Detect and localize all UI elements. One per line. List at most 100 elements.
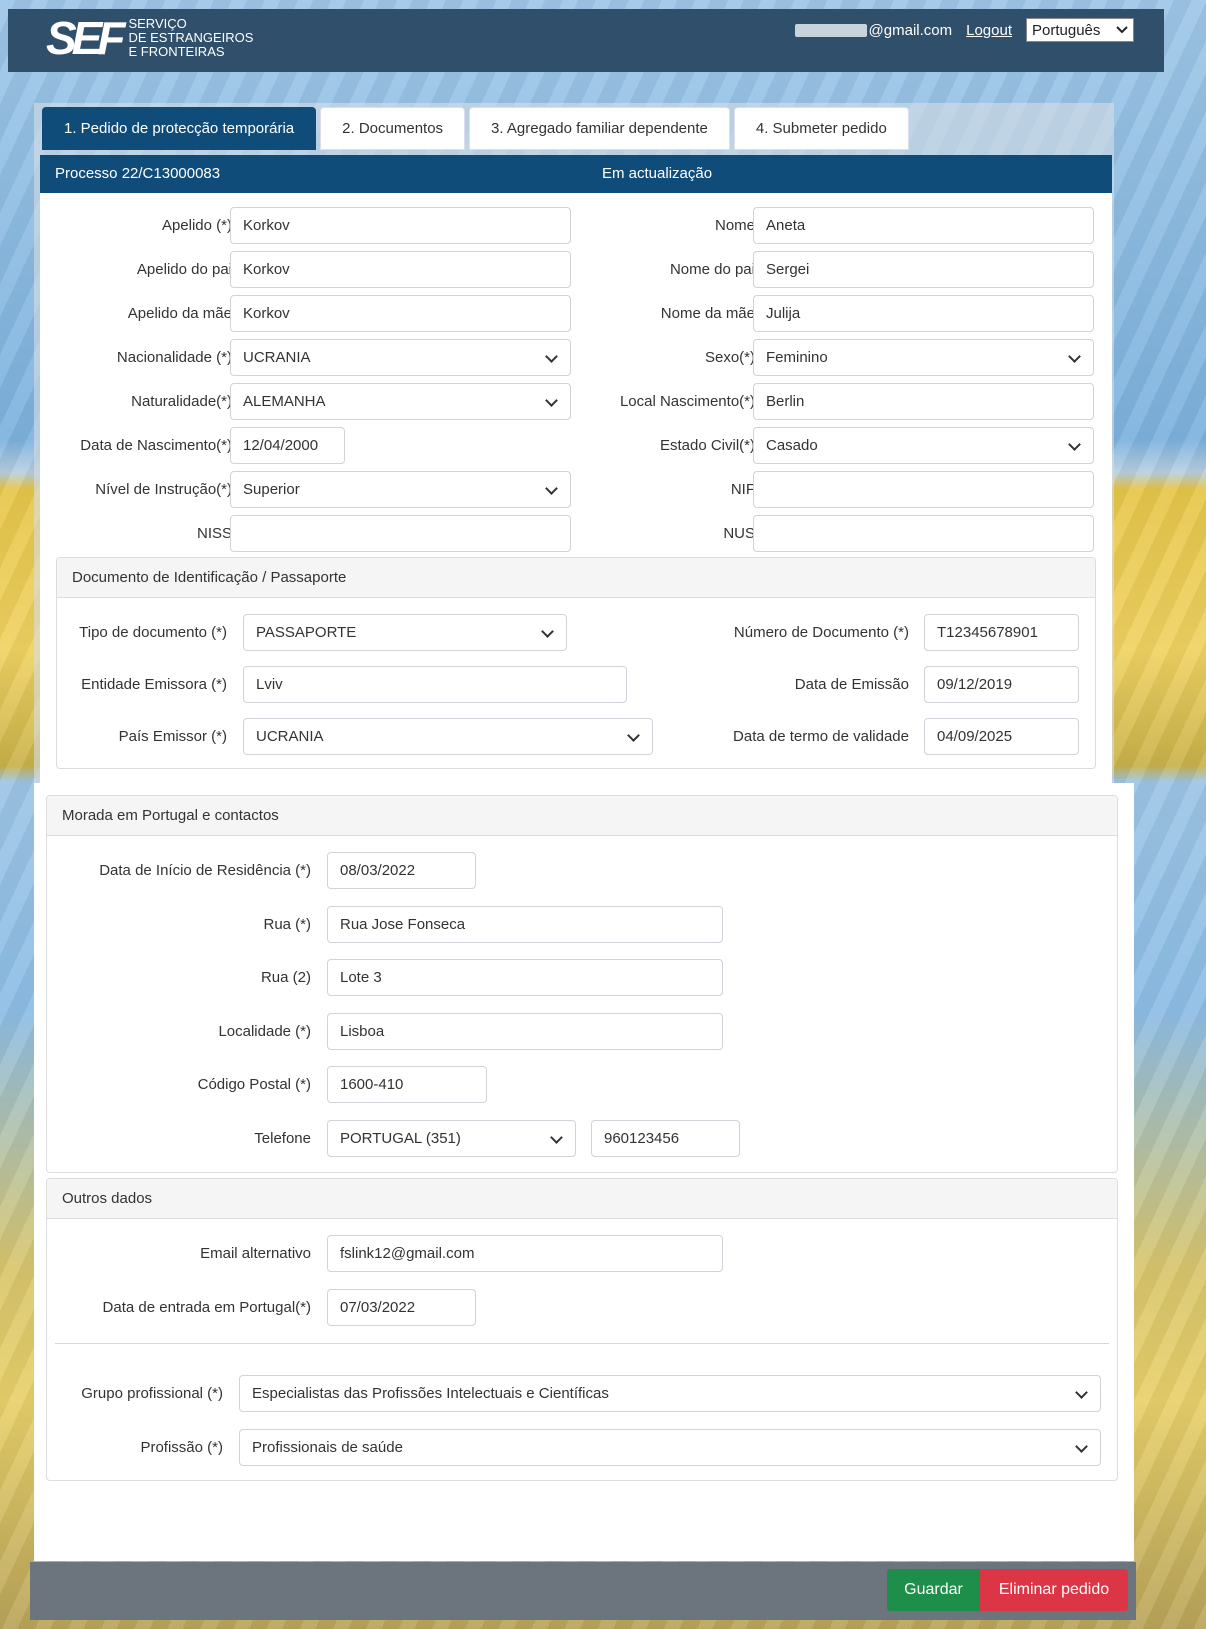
apelido-mae-label: Apelido da mãe xyxy=(127,305,232,322)
telefone-label: Telefone xyxy=(254,1130,311,1147)
nome-mae-label: Nome da mãe xyxy=(660,305,755,322)
tab-agregado[interactable]: 3. Agregado familiar dependente xyxy=(469,107,730,150)
data-validade-field[interactable]: 04/09/2025 xyxy=(924,718,1079,755)
email-alternativo-field[interactable]: fslink12@gmail.com xyxy=(327,1235,723,1272)
sef-logo[interactable]: SEF Serviço de Estrangeiros e Fronteiras xyxy=(46,12,253,64)
data-validade-label: Data de termo de validade xyxy=(733,728,909,745)
tab-submeter[interactable]: 4. Submeter pedido xyxy=(733,107,909,150)
process-bar: Processo 22/C13000083 Em actualização xyxy=(40,155,1112,193)
localidade-field[interactable]: Lisboa xyxy=(327,1013,723,1050)
document-section-title: Documento de Identificação / Passaporte xyxy=(57,558,1095,598)
sexo-select[interactable]: Feminino xyxy=(753,339,1094,376)
tab-documentos[interactable]: 2. Documentos xyxy=(320,107,466,150)
save-button[interactable]: Guardar xyxy=(887,1569,980,1611)
tipo-documento-label: Tipo de documento (*) xyxy=(79,624,227,641)
apelido-mae-field[interactable]: Korkov xyxy=(230,295,571,332)
estado-civil-select[interactable]: Casado xyxy=(753,427,1094,464)
delete-request-button[interactable]: Eliminar pedido xyxy=(980,1569,1128,1611)
nome-label: Nome xyxy=(714,217,755,234)
logo-text-line: de Estrangeiros xyxy=(128,30,254,45)
profissao-select[interactable]: Profissionais de saúde xyxy=(239,1429,1101,1466)
email-alternativo-label: Email alternativo xyxy=(200,1245,311,1262)
address-card: Morada em Portugal e contactos Data de I… xyxy=(34,783,1134,1561)
nome-pai-field[interactable]: Sergei xyxy=(753,251,1094,288)
tipo-documento-select[interactable]: PASSAPORTE xyxy=(243,614,567,651)
naturalidade-select[interactable]: ALEMANHA xyxy=(230,383,571,420)
data-emissao-field[interactable]: 09/12/2019 xyxy=(924,666,1079,703)
niss-label: NISS xyxy=(196,525,232,542)
other-section-title: Outros dados xyxy=(47,1179,1117,1219)
data-nascimento-label: Data de Nascimento(*) xyxy=(80,437,232,454)
nome-mae-field[interactable]: Julija xyxy=(753,295,1094,332)
grupo-profissional-select[interactable]: Especialistas das Profissões Intelectuai… xyxy=(239,1375,1101,1412)
address-section: Morada em Portugal e contactos Data de I… xyxy=(46,795,1118,1173)
grupo-profissional-label: Grupo profissional (*) xyxy=(81,1385,223,1402)
address-section-title: Morada em Portugal e contactos xyxy=(47,796,1117,836)
language-value: Português xyxy=(1032,21,1101,39)
tab-pedido[interactable]: 1. Pedido de protecção temporária xyxy=(42,107,317,150)
user-email: @gmail.com xyxy=(794,21,953,39)
rua-field[interactable]: Rua Jose Fonseca xyxy=(327,906,723,943)
nus-label: NUS xyxy=(723,525,755,542)
nivel-instrucao-label: Nível de Instrução(*) xyxy=(95,481,232,498)
telefone-country-select[interactable]: PORTUGAL (351) xyxy=(327,1120,576,1157)
redacted-email-part xyxy=(794,23,867,37)
nacionalidade-select[interactable]: UCRANIA xyxy=(230,339,571,376)
apelido-pai-label: Apelido do pai xyxy=(136,261,232,278)
rua-label: Rua (*) xyxy=(263,916,311,933)
nif-label: NIF xyxy=(730,481,755,498)
site-header: SEF Serviço de Estrangeiros e Fronteiras… xyxy=(8,9,1164,72)
localidade-label: Localidade (*) xyxy=(218,1023,311,1040)
pais-emissor-label: País Emissor (*) xyxy=(118,728,227,745)
logo-text-line: Serviço xyxy=(128,16,187,31)
inicio-residencia-label: Data de Início de Residência (*) xyxy=(99,862,311,879)
telefone-field[interactable]: 960123456 xyxy=(591,1120,740,1157)
process-number: Processo 22/C13000083 xyxy=(55,165,221,182)
other-section: Outros dados Email alternativo Data de e… xyxy=(46,1178,1118,1481)
niss-field[interactable] xyxy=(230,515,571,552)
sexo-label: Sexo(*) xyxy=(704,349,755,366)
estado-civil-label: Estado Civil(*) xyxy=(659,437,755,454)
section-divider xyxy=(55,1343,1109,1344)
request-card: 1. Pedido de protecção temporária 2. Doc… xyxy=(34,103,1114,783)
local-nascimento-field[interactable]: Berlin xyxy=(753,383,1094,420)
apelido-label: Apelido (*) xyxy=(161,217,232,234)
nacionalidade-label: Nacionalidade (*) xyxy=(116,349,232,366)
data-entrada-field[interactable]: 07/03/2022 xyxy=(327,1289,476,1326)
nus-field[interactable] xyxy=(753,515,1094,552)
logo-text: Serviço de Estrangeiros e Fronteiras xyxy=(128,17,253,59)
chevron-down-icon xyxy=(1116,26,1128,34)
nivel-instrucao-select[interactable]: Superior xyxy=(230,471,571,508)
apelido-pai-field[interactable]: Korkov xyxy=(230,251,571,288)
personal-form: Apelido (*) Apelido do pai Apelido da mã… xyxy=(40,193,1112,783)
entidade-emissora-field[interactable]: Lviv xyxy=(243,666,627,703)
numero-documento-label: Número de Documento (*) xyxy=(733,624,909,641)
process-status: Em actualização xyxy=(602,165,713,182)
nome-pai-label: Nome do pai xyxy=(669,261,755,278)
naturalidade-label: Naturalidade(*) xyxy=(131,393,232,410)
user-email-suffix: @gmail.com xyxy=(868,21,953,39)
rua2-label: Rua (2) xyxy=(260,969,311,986)
entidade-emissora-label: Entidade Emissora (*) xyxy=(81,676,227,693)
rua2-field[interactable]: Lote 3 xyxy=(327,959,723,996)
language-select[interactable]: Português xyxy=(1026,18,1134,42)
logo-mark: SEF xyxy=(46,12,126,64)
logo-text-line: e Fronteiras xyxy=(128,44,225,59)
logout-link[interactable]: Logout xyxy=(966,22,1012,39)
user-area: @gmail.com Logout Português xyxy=(794,18,1134,42)
pais-emissor-select[interactable]: UCRANIA xyxy=(243,718,653,755)
profissao-label: Profissão (*) xyxy=(140,1439,223,1456)
local-nascimento-label: Local Nascimento(*) xyxy=(619,393,755,410)
inicio-residencia-field[interactable]: 08/03/2022 xyxy=(327,852,476,889)
codigo-postal-field[interactable]: 1600-410 xyxy=(327,1066,487,1103)
data-emissao-label: Data de Emissão xyxy=(794,676,909,693)
apelido-field[interactable]: Korkov xyxy=(230,207,571,244)
nif-field[interactable] xyxy=(753,471,1094,508)
nome-field[interactable]: Aneta xyxy=(753,207,1094,244)
step-tabs: 1. Pedido de protecção temporária 2. Doc… xyxy=(42,107,909,150)
document-section: Documento de Identificação / Passaporte … xyxy=(56,557,1096,769)
codigo-postal-label: Código Postal (*) xyxy=(197,1076,311,1093)
data-nascimento-field[interactable]: 12/04/2000 xyxy=(230,427,345,464)
data-entrada-label: Data de entrada em Portugal(*) xyxy=(102,1299,311,1316)
numero-documento-field[interactable]: T12345678901 xyxy=(924,614,1079,651)
